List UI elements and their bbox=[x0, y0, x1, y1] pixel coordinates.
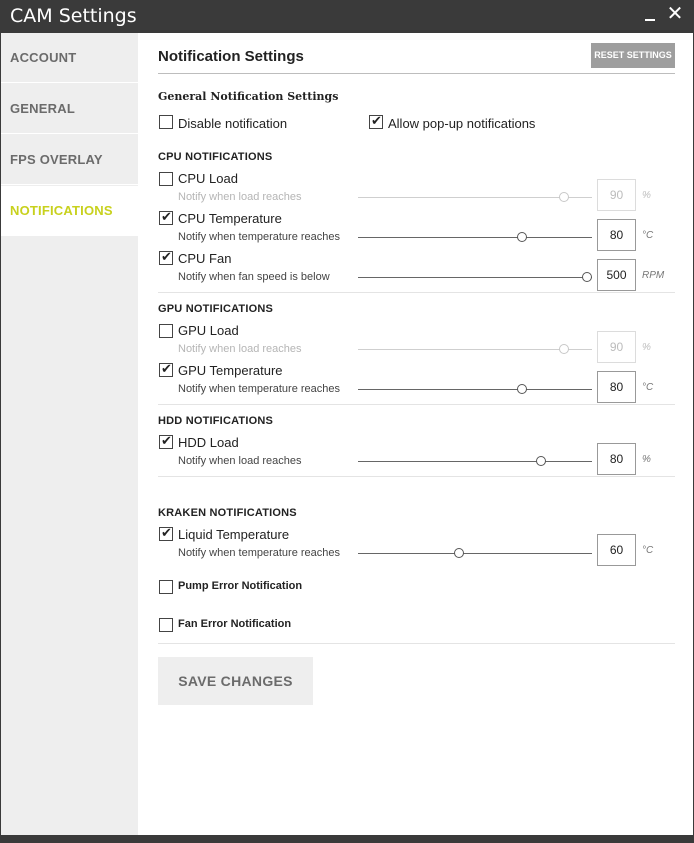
gpu-temperature-label: GPU Temperature bbox=[178, 363, 283, 378]
hdd-load-note: Notify when load reaches bbox=[178, 455, 302, 467]
gpu-load-note: Notify when load reaches bbox=[178, 343, 302, 355]
gpu-load-slider[interactable] bbox=[358, 344, 592, 354]
cpu-fan-label: CPU Fan bbox=[178, 251, 232, 266]
cpu-temperature-unit: °C bbox=[642, 230, 654, 241]
divider bbox=[158, 404, 675, 405]
cpu-load-note: Notify when load reaches bbox=[178, 191, 302, 203]
general-settings-heading: General Notification Settings bbox=[158, 90, 339, 103]
allow-popup-label: Allow pop-up notifications bbox=[388, 116, 536, 131]
cpu-fan-checkbox[interactable] bbox=[159, 249, 173, 265]
divider bbox=[158, 643, 675, 644]
cpu-temperature-label: CPU Temperature bbox=[178, 211, 282, 226]
window-bottom-border bbox=[0, 835, 694, 843]
slider-thumb[interactable] bbox=[535, 456, 546, 466]
hdd-load-value-input[interactable]: 80 bbox=[597, 443, 636, 475]
hdd-load-checkbox[interactable] bbox=[159, 433, 173, 449]
pump-error-label: Pump Error Notification bbox=[178, 580, 303, 592]
reset-settings-button[interactable]: RESET SETTINGS bbox=[591, 43, 675, 68]
save-changes-button[interactable]: SAVE CHANGES bbox=[158, 657, 313, 705]
cpu-fan-unit: RPM bbox=[642, 270, 665, 281]
sidebar-item-general[interactable]: GENERAL bbox=[1, 84, 138, 134]
slider-thumb[interactable] bbox=[558, 192, 569, 202]
liquid-temperature-label: Liquid Temperature bbox=[178, 527, 290, 542]
gpu-notifications-heading: GPU NOTIFICATIONS bbox=[158, 303, 274, 315]
hdd-load-label: HDD Load bbox=[178, 435, 239, 450]
slider-thumb[interactable] bbox=[516, 232, 527, 242]
pump-error-checkbox[interactable] bbox=[159, 580, 173, 594]
cpu-load-value-input[interactable]: 90 bbox=[597, 179, 636, 211]
cpu-temperature-note: Notify when temperature reaches bbox=[178, 231, 341, 243]
cpu-load-slider[interactable] bbox=[358, 192, 592, 202]
sidebar-item-notifications[interactable]: NOTIFICATIONS bbox=[1, 186, 138, 236]
cpu-load-checkbox[interactable] bbox=[159, 172, 173, 186]
disable-notification-label: Disable notification bbox=[178, 116, 288, 131]
cpu-fan-slider[interactable] bbox=[358, 272, 593, 282]
fan-error-checkbox[interactable] bbox=[159, 618, 173, 632]
cpu-temperature-value-input[interactable]: 80 bbox=[597, 219, 636, 251]
slider-thumb[interactable] bbox=[453, 548, 464, 558]
cpu-temperature-checkbox[interactable] bbox=[159, 209, 173, 225]
gpu-load-value-input[interactable]: 90 bbox=[597, 331, 636, 363]
sidebar: ACCOUNT GENERAL FPS OVERLAY NOTIFICATION… bbox=[1, 33, 138, 835]
cpu-fan-note: Notify when fan speed is below bbox=[178, 271, 330, 283]
cpu-load-unit: % bbox=[642, 190, 651, 201]
slider-thumb[interactable] bbox=[558, 344, 569, 354]
page-title: Notification Settings bbox=[158, 48, 304, 65]
allow-popup-checkbox[interactable] bbox=[369, 113, 383, 129]
gpu-temperature-unit: °C bbox=[642, 382, 654, 393]
cpu-temperature-slider[interactable] bbox=[358, 232, 592, 242]
gpu-temperature-checkbox[interactable] bbox=[159, 361, 173, 377]
slider-thumb[interactable] bbox=[582, 272, 593, 282]
gpu-temperature-value-input[interactable]: 80 bbox=[597, 371, 636, 403]
divider bbox=[158, 73, 675, 74]
kraken-notifications-heading: KRAKEN NOTIFICATIONS bbox=[158, 507, 297, 519]
gpu-load-unit: % bbox=[642, 342, 651, 353]
divider bbox=[158, 476, 675, 477]
title-bar: CAM Settings ✕ bbox=[0, 0, 694, 33]
gpu-temperature-slider[interactable] bbox=[358, 384, 592, 394]
fan-error-label: Fan Error Notification bbox=[178, 618, 292, 630]
sidebar-item-fps-overlay[interactable]: FPS OVERLAY bbox=[1, 135, 138, 185]
gpu-temperature-note: Notify when temperature reaches bbox=[178, 383, 341, 395]
cpu-notifications-heading: CPU NOTIFICATIONS bbox=[158, 151, 273, 163]
cpu-fan-value-input[interactable]: 500 bbox=[597, 259, 636, 291]
minimize-icon[interactable] bbox=[640, 4, 662, 26]
liquid-temperature-slider[interactable] bbox=[358, 548, 592, 558]
disable-notification-checkbox[interactable] bbox=[159, 115, 173, 129]
main-content: Notification Settings RESET SETTINGS Gen… bbox=[158, 33, 675, 835]
cpu-load-label: CPU Load bbox=[178, 171, 238, 186]
window-title: CAM Settings bbox=[10, 5, 137, 27]
hdd-notifications-heading: HDD NOTIFICATIONS bbox=[158, 415, 274, 427]
liquid-temperature-unit: °C bbox=[642, 545, 654, 556]
hdd-load-unit: % bbox=[642, 454, 651, 465]
gpu-load-label: GPU Load bbox=[178, 323, 239, 338]
hdd-load-slider[interactable] bbox=[358, 456, 592, 466]
liquid-temperature-note: Notify when temperature reaches bbox=[178, 547, 341, 559]
slider-thumb[interactable] bbox=[516, 384, 527, 394]
close-icon[interactable]: ✕ bbox=[664, 4, 686, 26]
settings-window: ACCOUNT GENERAL FPS OVERLAY NOTIFICATION… bbox=[1, 33, 693, 835]
sidebar-item-account[interactable]: ACCOUNT bbox=[1, 33, 138, 83]
divider bbox=[158, 292, 675, 293]
liquid-temperature-checkbox[interactable] bbox=[159, 525, 173, 541]
liquid-temperature-value-input[interactable]: 60 bbox=[597, 534, 636, 566]
gpu-load-checkbox[interactable] bbox=[159, 324, 173, 338]
